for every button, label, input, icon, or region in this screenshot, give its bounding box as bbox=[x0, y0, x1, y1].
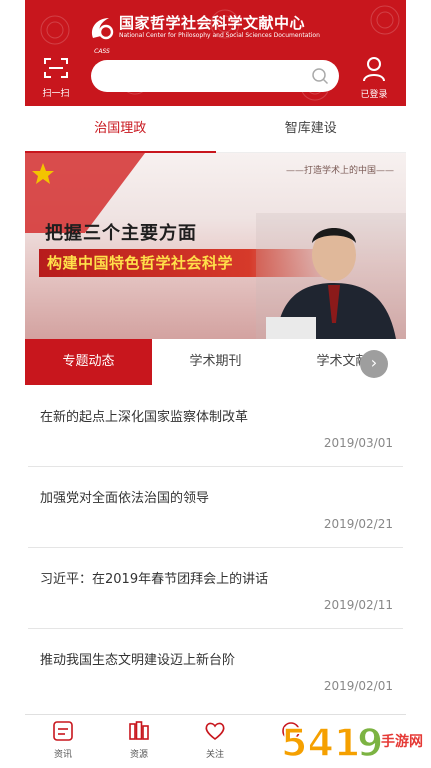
scan-button[interactable]: 扫一扫 bbox=[39, 56, 73, 99]
nav-resources[interactable]: 资源 bbox=[101, 715, 177, 768]
logo: CASS 国家哲学社会科学文献中心 National Center for Ph… bbox=[87, 14, 320, 55]
tab-think-tank[interactable]: 智库建设 bbox=[216, 106, 407, 152]
news-title: 推动我国生态文明建设迈上新台阶 bbox=[40, 653, 236, 668]
heart-icon bbox=[205, 722, 225, 741]
user-button[interactable]: 已登录 bbox=[354, 56, 394, 100]
subtab-journals[interactable]: 学术期刊 bbox=[152, 339, 279, 385]
search-input[interactable] bbox=[91, 60, 339, 92]
news-date: 2019/02/01 bbox=[323, 679, 393, 693]
banner[interactable]: ——打造学术上的中国—— 把握三个主要方面 构建中国特色哲学社会科学 bbox=[25, 153, 406, 339]
list-item[interactable]: 加强党对全面依法治国的领导 2019/02/21 bbox=[28, 467, 403, 548]
site-watermark: 541 9 手游网 bbox=[280, 720, 423, 766]
nav-resources-label: 资源 bbox=[129, 750, 148, 760]
user-icon bbox=[363, 57, 385, 82]
news-title: 在新的起点上深化国家监察体制改革 bbox=[40, 410, 249, 425]
news-icon bbox=[53, 721, 73, 741]
banner-subheadline: 构建中国特色哲学社会科学 bbox=[47, 254, 234, 272]
news-list: 在新的起点上深化国家监察体制改革 2019/03/01 加强党对全面依法治国的领… bbox=[25, 386, 406, 710]
chevron-right-icon[interactable]: › bbox=[360, 350, 388, 378]
user-status-label: 已登录 bbox=[360, 90, 388, 100]
news-title: 习近平：在2019年春节团拜会上的讲话 bbox=[40, 572, 269, 587]
svg-text:9: 9 bbox=[357, 721, 383, 765]
nav-news-label: 资讯 bbox=[53, 750, 72, 760]
nav-news[interactable]: 资讯 bbox=[25, 715, 101, 768]
svg-text:541: 541 bbox=[281, 721, 360, 765]
logo-title: 国家哲学社会科学文献中心 bbox=[119, 14, 306, 32]
logo-subtitle: National Center for Philosophy and Socia… bbox=[119, 32, 320, 39]
logo-abbr: CASS bbox=[94, 48, 110, 55]
speaker-photo bbox=[256, 213, 406, 339]
tab-governance[interactable]: 治国理政 bbox=[25, 106, 216, 153]
sub-tabs: 专题动态 学术期刊 学术文献 › bbox=[25, 339, 406, 385]
svg-text:手游网: 手游网 bbox=[381, 733, 423, 750]
news-date: 2019/02/21 bbox=[323, 517, 393, 531]
search-icon bbox=[312, 68, 329, 85]
nav-follow-label: 关注 bbox=[205, 750, 224, 760]
banner-slogan: ——打造学术上的中国—— bbox=[285, 166, 394, 176]
subtab-topics[interactable]: 专题动态 bbox=[25, 339, 152, 385]
banner-headline: 把握三个主要方面 bbox=[45, 223, 197, 244]
list-item[interactable]: 推动我国生态文明建设迈上新台阶 2019/02/01 bbox=[28, 629, 403, 710]
news-title: 加强党对全面依法治国的领导 bbox=[40, 491, 210, 506]
list-item[interactable]: 在新的起点上深化国家监察体制改革 2019/03/01 bbox=[28, 386, 403, 467]
scan-icon bbox=[44, 58, 68, 78]
list-item[interactable]: 习近平：在2019年春节团拜会上的讲话 2019/02/11 bbox=[28, 548, 403, 629]
nav-follow[interactable]: 关注 bbox=[177, 715, 253, 768]
scan-label: 扫一扫 bbox=[42, 89, 70, 99]
resource-icon bbox=[129, 721, 149, 740]
main-tabs: 治国理政 智库建设 bbox=[25, 106, 406, 153]
news-date: 2019/03/01 bbox=[323, 436, 393, 450]
cass-logo-icon: CASS bbox=[87, 14, 115, 55]
news-date: 2019/02/11 bbox=[323, 598, 393, 612]
app-header: CASS 国家哲学社会科学文献中心 National Center for Ph… bbox=[25, 0, 406, 106]
